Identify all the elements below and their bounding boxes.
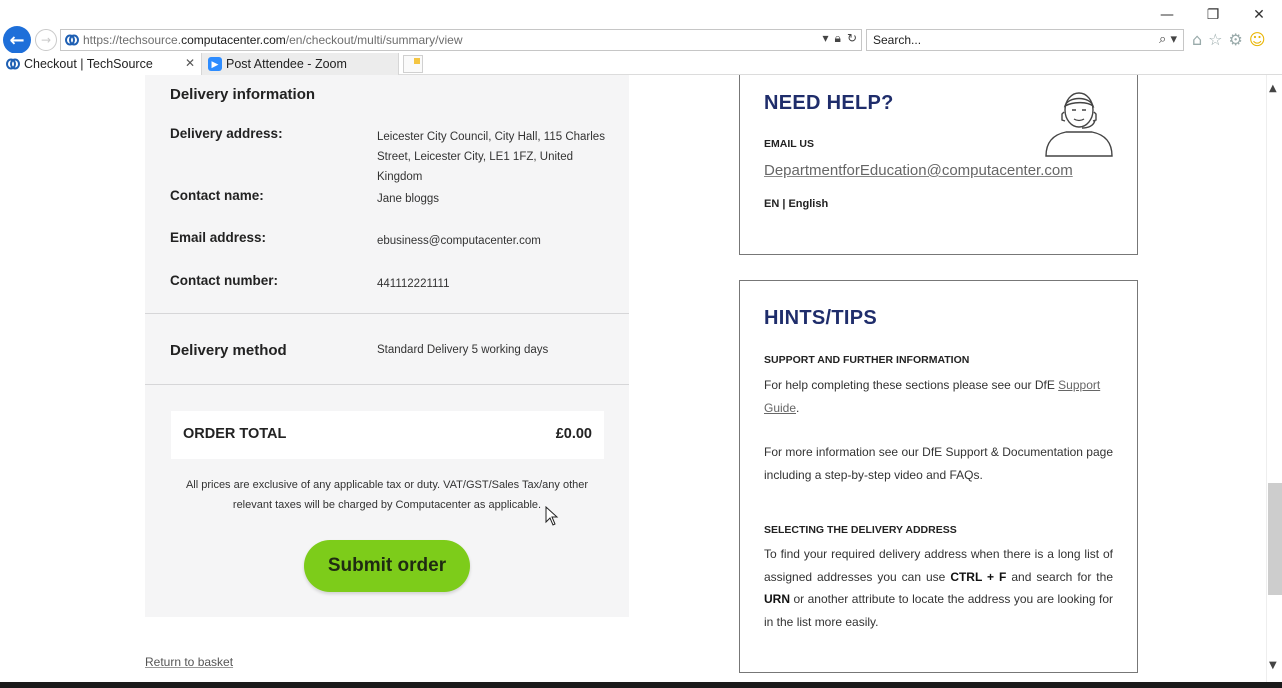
tab-zoom[interactable]: ▶ Post Attendee - Zoom xyxy=(201,53,399,75)
home-icon[interactable]: ⌂ xyxy=(1192,30,1202,49)
scroll-down-icon[interactable]: ▼ xyxy=(1269,660,1277,671)
back-arrow-icon[interactable]: ← xyxy=(3,26,31,54)
row-value: 441112221111 xyxy=(377,278,450,290)
dropdown-arrow-icon[interactable]: ▾ xyxy=(823,31,829,46)
tab-label: Checkout | TechSource xyxy=(24,57,153,71)
page-viewport: Delivery information Delivery address: L… xyxy=(0,75,1266,682)
lock-icon[interactable]: 🔒︎ xyxy=(835,31,841,46)
email-us-label: EMAIL US xyxy=(764,138,814,150)
delivery-method-value: Standard Delivery 5 working days xyxy=(377,344,549,356)
support-agent-icon xyxy=(1045,92,1113,157)
close-tab-icon[interactable]: ✕ xyxy=(185,56,195,70)
tax-disclaimer: All prices are exclusive of any applicab… xyxy=(185,479,589,511)
search-icon[interactable]: ⌕ ▾ xyxy=(1159,32,1177,47)
row-label: Contact name: xyxy=(170,188,264,203)
search-box[interactable]: ⌕ ▾ xyxy=(866,29,1184,51)
submit-order-button[interactable]: Submit order xyxy=(304,540,470,592)
search-input[interactable] xyxy=(873,33,1143,47)
support-heading: SUPPORT AND FURTHER INFORMATION xyxy=(764,354,970,366)
address-bar-actions: ▾ 🔒︎ ↻ xyxy=(823,31,857,46)
documentation-paragraph: For more information see our DfE Support… xyxy=(764,445,1113,482)
page-scrollbar[interactable]: ▲ ▼ xyxy=(1266,75,1282,682)
hints-heading: HINTS/TIPS xyxy=(764,307,878,329)
url-text[interactable]: https://techsource.computacenter.com/en/… xyxy=(83,33,463,47)
refresh-icon[interactable]: ↻ xyxy=(847,31,857,46)
row-label: Email address: xyxy=(170,230,267,245)
forward-arrow-icon[interactable]: → xyxy=(35,29,57,51)
delivery-method-label: Delivery method xyxy=(170,342,287,359)
order-summary-panel: Delivery information Delivery address: L… xyxy=(145,75,629,617)
section-title: Delivery information xyxy=(170,86,316,103)
favorites-star-icon[interactable]: ☆ xyxy=(1208,30,1222,49)
feedback-smiley-icon[interactable]: ☺ xyxy=(1249,30,1266,49)
tab-bar: Checkout | TechSource ✕ ▶ Post Attendee … xyxy=(0,53,1282,75)
order-total-label: ORDER TOTAL xyxy=(183,426,287,442)
row-value: Jane bloggs xyxy=(377,193,440,205)
row-value: ebusiness@computacenter.com xyxy=(377,235,541,247)
language-selector[interactable]: EN | English xyxy=(764,198,828,210)
divider xyxy=(145,313,629,314)
return-to-basket-link[interactable]: Return to basket xyxy=(145,655,233,669)
address-bar[interactable]: https://techsource.computacenter.com/en/… xyxy=(60,29,862,51)
support-email-link[interactable]: DepartmentforEducation@computacenter.com xyxy=(764,162,1073,179)
help-heading: NEED HELP? xyxy=(764,92,894,114)
address-heading: SELECTING THE DELIVERY ADDRESS xyxy=(764,524,957,536)
row-value: Leicester City Council, City Hall, 115 C… xyxy=(377,131,605,183)
delivery-information-section: Delivery information Delivery address: L… xyxy=(145,75,629,313)
hints-tips-box: HINTS/TIPS SUPPORT AND FURTHER INFORMATI… xyxy=(739,280,1138,673)
need-help-box: NEED HELP? EMAIL US DepartmentforEducati… xyxy=(739,75,1138,255)
scroll-thumb[interactable] xyxy=(1268,483,1282,595)
new-tab-button[interactable] xyxy=(403,55,423,73)
taskbar-edge xyxy=(0,682,1282,688)
zoom-video-icon: ▶ xyxy=(208,57,222,71)
address-paragraph: To find your required delivery address w… xyxy=(764,547,1113,629)
window-controls: — ❐ ✕ xyxy=(1144,4,1282,26)
row-label: Delivery address: xyxy=(170,126,283,141)
minimize-icon[interactable]: — xyxy=(1144,4,1190,26)
row-label: Contact number: xyxy=(170,273,278,288)
settings-gear-icon[interactable]: ⚙ xyxy=(1229,30,1243,49)
order-total-value: £0.00 xyxy=(555,426,592,442)
order-total-box: ORDER TOTAL £0.00 xyxy=(171,411,604,459)
site-favicon-icon xyxy=(6,57,20,71)
tab-label: Post Attendee - Zoom xyxy=(226,57,347,71)
divider xyxy=(145,384,629,385)
support-paragraph: For help completing these sections pleas… xyxy=(764,378,1101,415)
site-favicon-icon xyxy=(61,30,83,50)
tab-checkout[interactable]: Checkout | TechSource ✕ xyxy=(0,53,201,75)
mouse-cursor-icon xyxy=(545,506,559,526)
scroll-up-icon[interactable]: ▲ xyxy=(1269,83,1277,94)
browser-toolbar: — ❐ ✕ ← → https://techsource.computacent… xyxy=(0,0,1282,54)
browser-tool-icons: ⌂ ☆ ⚙ ☺ xyxy=(1192,30,1266,49)
close-window-icon[interactable]: ✕ xyxy=(1236,4,1282,26)
restore-icon[interactable]: ❐ xyxy=(1190,4,1236,26)
